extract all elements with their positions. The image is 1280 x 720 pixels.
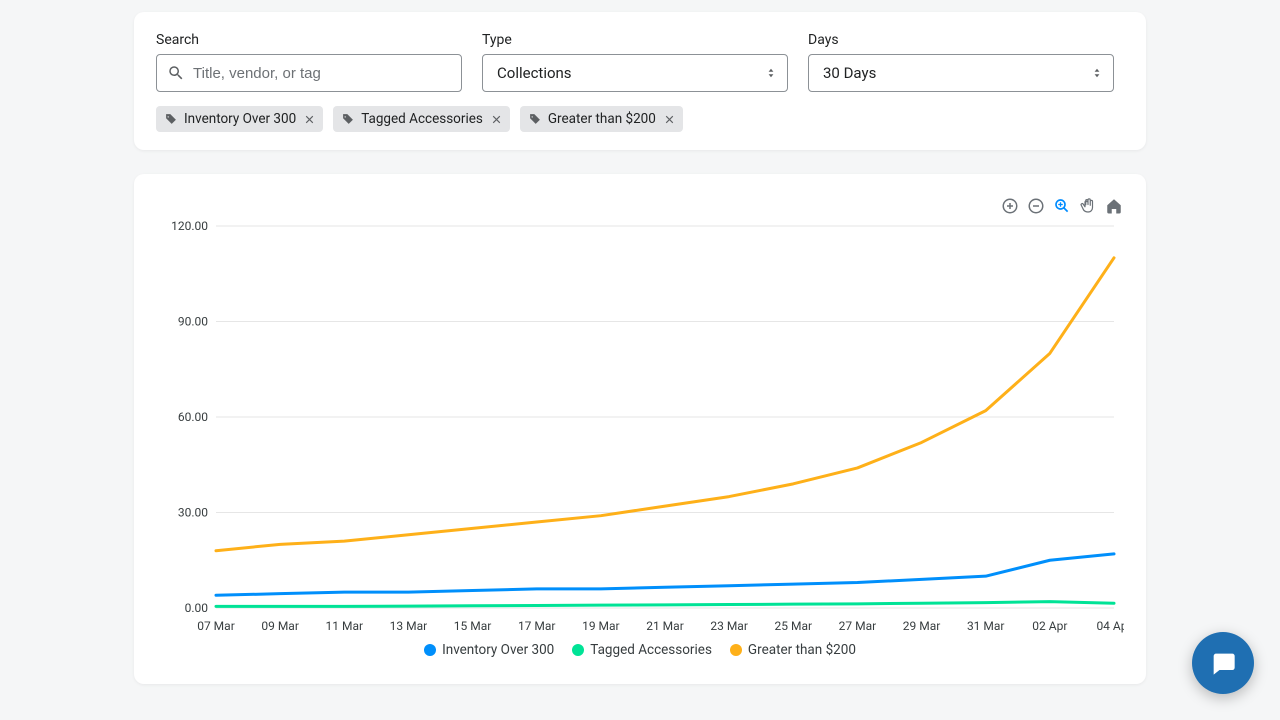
filters-panel: Search Type Collections Days 30 Days Inv… xyxy=(134,12,1146,150)
legend-label: Tagged Accessories xyxy=(590,642,712,658)
chevron-sort-icon xyxy=(1091,66,1103,80)
x-tick-label: 31 Mar xyxy=(967,619,1005,633)
x-tick-label: 17 Mar xyxy=(518,619,556,633)
legend-item[interactable]: Inventory Over 300 xyxy=(424,642,554,658)
series-line xyxy=(216,258,1114,551)
x-tick-label: 29 Mar xyxy=(903,619,941,633)
filter-tag-label: Greater than $200 xyxy=(548,111,656,127)
y-tick-label: 30.00 xyxy=(178,506,208,520)
x-tick-label: 23 Mar xyxy=(710,619,748,633)
close-icon[interactable] xyxy=(491,114,502,125)
x-tick-label: 27 Mar xyxy=(839,619,877,633)
zoom-out-button[interactable] xyxy=(1026,196,1046,216)
search-input-wrap[interactable] xyxy=(156,54,462,92)
zoom-in-button[interactable] xyxy=(1000,196,1020,216)
close-icon[interactable] xyxy=(304,114,315,125)
x-tick-label: 02 Apr xyxy=(1032,619,1067,633)
tag-icon xyxy=(341,112,355,126)
legend-item[interactable]: Greater than $200 xyxy=(730,642,856,658)
chevron-sort-icon xyxy=(765,66,777,80)
x-tick-label: 15 Mar xyxy=(454,619,492,633)
filter-tag[interactable]: Greater than $200 xyxy=(520,106,683,132)
legend-marker xyxy=(730,644,742,656)
y-tick-label: 0.00 xyxy=(185,601,209,615)
type-field-wrap: Type Collections xyxy=(482,32,788,92)
filter-tag-label: Inventory Over 300 xyxy=(184,111,296,127)
x-tick-label: 09 Mar xyxy=(261,619,299,633)
home-icon xyxy=(1105,197,1123,215)
selection-zoom-button[interactable] xyxy=(1052,196,1072,216)
legend-marker xyxy=(572,644,584,656)
chart-panel: 0.00 30.00 60.00 90.00 120.00 07 Mar 09 Mar 11 … xyxy=(134,174,1146,684)
series-line xyxy=(216,554,1114,595)
chart-legend: Inventory Over 300 Tagged Accessories Grea… xyxy=(156,642,1124,658)
x-tick-label: 13 Mar xyxy=(390,619,428,633)
zoom-out-icon xyxy=(1027,197,1045,215)
series-line xyxy=(216,602,1114,607)
x-tick-label: 04 Apr xyxy=(1096,619,1124,633)
chat-fab[interactable] xyxy=(1192,632,1254,694)
x-tick-label: 25 Mar xyxy=(775,619,813,633)
hand-icon xyxy=(1079,197,1097,215)
x-tick-label: 21 Mar xyxy=(646,619,684,633)
x-tick-label: 07 Mar xyxy=(197,619,235,633)
search-field-wrap: Search xyxy=(156,32,462,92)
type-select-value: Collections xyxy=(497,64,572,82)
search-icon xyxy=(167,64,185,82)
y-tick-label: 60.00 xyxy=(178,410,208,424)
pan-button[interactable] xyxy=(1078,196,1098,216)
reset-button[interactable] xyxy=(1104,196,1124,216)
zoom-in-icon xyxy=(1001,197,1019,215)
tag-icon xyxy=(528,112,542,126)
chart-toolbar xyxy=(156,196,1124,216)
filter-tag[interactable]: Inventory Over 300 xyxy=(156,106,323,132)
close-icon[interactable] xyxy=(664,114,675,125)
x-tick-label: 11 Mar xyxy=(326,619,364,633)
magnifier-icon xyxy=(1053,197,1071,215)
legend-marker xyxy=(424,644,436,656)
y-tick-label: 90.00 xyxy=(178,315,208,329)
legend-label: Greater than $200 xyxy=(748,642,856,658)
chat-icon xyxy=(1209,649,1237,677)
type-select[interactable]: Collections xyxy=(482,54,788,92)
filter-tags-row: Inventory Over 300 Tagged Accessories Gr… xyxy=(156,106,1124,132)
chart-plot-area[interactable]: 0.00 30.00 60.00 90.00 120.00 07 Mar 09 Mar 11 … xyxy=(156,218,1124,638)
legend-item[interactable]: Tagged Accessories xyxy=(572,642,712,658)
days-label: Days xyxy=(808,32,1114,48)
search-label: Search xyxy=(156,32,462,48)
days-select[interactable]: 30 Days xyxy=(808,54,1114,92)
filter-tag[interactable]: Tagged Accessories xyxy=(333,106,510,132)
filter-tag-label: Tagged Accessories xyxy=(361,111,483,127)
type-label: Type xyxy=(482,32,788,48)
x-tick-label: 19 Mar xyxy=(582,619,620,633)
days-select-value: 30 Days xyxy=(823,64,876,82)
line-chart: 0.00 30.00 60.00 90.00 120.00 07 Mar 09 Mar 11 … xyxy=(156,218,1124,638)
tag-icon xyxy=(164,112,178,126)
legend-label: Inventory Over 300 xyxy=(442,642,554,658)
search-input[interactable] xyxy=(157,65,461,82)
days-field-wrap: Days 30 Days xyxy=(808,32,1114,92)
y-tick-label: 120.00 xyxy=(171,219,208,233)
